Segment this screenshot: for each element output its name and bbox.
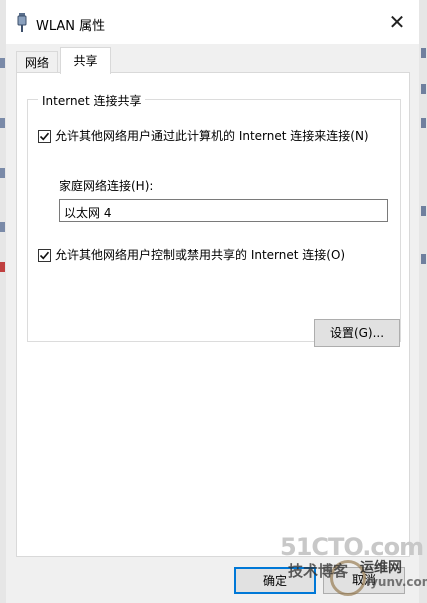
background-marker	[0, 222, 5, 232]
background-marker	[421, 84, 426, 94]
allow-connect-label[interactable]: 允许其他网络用户通过此计算机的 Internet 连接来连接(N)	[55, 127, 369, 144]
background-marker	[0, 118, 5, 128]
watermark-brand-url: iyunv.com	[366, 575, 427, 589]
window-title: WLAN 属性	[36, 19, 106, 34]
tab-network[interactable]: 网络	[16, 51, 58, 73]
background-marker	[0, 262, 5, 272]
home-network-field[interactable]: 以太网 4	[59, 199, 388, 222]
watermark-brand: 运维网	[360, 560, 402, 576]
close-button[interactable]: ✕	[375, 0, 419, 44]
background-marker	[0, 168, 5, 178]
title-bar[interactable]: WLAN 属性 ✕	[6, 0, 419, 44]
internet-connection-sharing-group: Internet 连接共享 允许其他网络用户通过此计算机的 Internet 连…	[27, 92, 401, 347]
settings-button[interactable]: 设置(G)...	[314, 319, 400, 347]
checkmark-icon	[39, 251, 50, 260]
wlan-adapter-icon	[17, 13, 27, 33]
background-window-edge-right	[418, 0, 427, 603]
group-legend: Internet 连接共享	[38, 92, 146, 109]
wlan-properties-dialog: WLAN 属性 ✕ 网络 共享 Internet 连接共享 允许其他网络用户通过…	[6, 0, 419, 603]
allow-control-label[interactable]: 允许其他网络用户控制或禁用共享的 Internet 连接(O)	[55, 246, 345, 263]
background-marker	[421, 48, 426, 58]
background-marker	[421, 206, 426, 216]
background-marker	[0, 58, 5, 68]
home-network-label: 家庭网络连接(H):	[59, 179, 154, 193]
sharing-tab-panel: Internet 连接共享 允许其他网络用户通过此计算机的 Internet 连…	[16, 72, 410, 557]
background-marker	[421, 118, 426, 128]
tab-sharing[interactable]: 共享	[60, 47, 111, 74]
watermark-tagline: 技术博客	[288, 562, 349, 580]
close-icon: ✕	[388, 10, 406, 34]
allow-control-checkbox[interactable]	[38, 249, 51, 262]
allow-connect-checkbox[interactable]	[38, 130, 51, 143]
background-marker	[421, 254, 426, 264]
checkmark-icon	[39, 132, 50, 141]
